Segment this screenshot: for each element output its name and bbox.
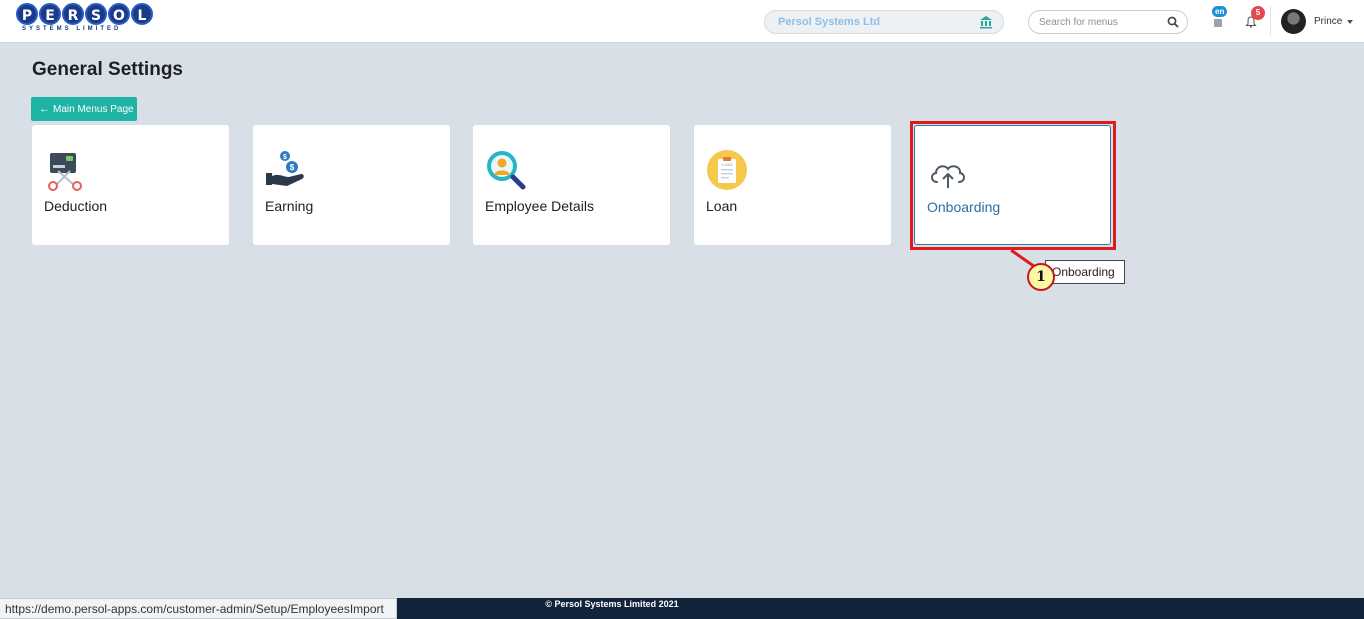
bank-icon xyxy=(980,16,992,29)
organization-name: Persol Systems Ltd xyxy=(778,16,881,28)
persol-logo[interactable]: P E R S O L SYSTEMS LIMITED xyxy=(16,3,158,33)
logo-letter: R xyxy=(62,3,84,25)
card-label: Employee Details xyxy=(485,198,594,214)
card-employee-details[interactable]: Employee Details xyxy=(473,125,670,245)
logo-letter: S xyxy=(85,3,107,25)
avatar xyxy=(1281,9,1306,34)
back-button-label: Main Menus Page xyxy=(53,103,134,115)
loan-icon: LOAN xyxy=(707,150,747,190)
logo-letter: L xyxy=(131,3,153,25)
logo-letter: O xyxy=(108,3,130,25)
header-divider xyxy=(1270,6,1271,36)
search-icon[interactable] xyxy=(1167,16,1179,28)
menu-search xyxy=(1028,10,1188,34)
svg-text:LOAN: LOAN xyxy=(722,162,733,167)
card-deduction[interactable]: Deduction xyxy=(32,125,229,245)
logo-letters: P E R S O L xyxy=(16,3,158,25)
card-earning[interactable]: $ $ Earning xyxy=(253,125,450,245)
caret-down-icon xyxy=(1347,20,1353,24)
page-title: General Settings xyxy=(32,59,183,80)
card-loan[interactable]: LOAN Loan xyxy=(694,125,891,245)
copyright-text: © Persol Systems Limited 2021 xyxy=(545,599,679,609)
earning-icon: $ $ xyxy=(266,151,304,186)
logo-letter: P xyxy=(16,3,38,25)
logo-letter: E xyxy=(39,3,61,25)
card-label: Loan xyxy=(706,198,738,214)
main-menus-page-button[interactable]: ← Main Menus Page xyxy=(31,97,137,121)
notification-count-badge: 5 xyxy=(1251,6,1265,20)
arrow-left-icon: ← xyxy=(39,103,50,115)
user-name: Prince xyxy=(1314,16,1343,27)
tooltip: Onboarding xyxy=(1045,260,1125,284)
deduction-icon xyxy=(48,153,82,191)
language-badge: en xyxy=(1212,6,1228,17)
user-menu[interactable]: Prince xyxy=(1281,9,1356,35)
step-number-badge: 1 xyxy=(1027,263,1055,291)
top-navbar: P E R S O L SYSTEMS LIMITED Persol Syste… xyxy=(0,0,1364,43)
tooltip-text: Onboarding xyxy=(1052,265,1115,279)
svg-text:$: $ xyxy=(290,163,295,172)
step-highlight-box xyxy=(910,121,1116,250)
search-input[interactable] xyxy=(1039,14,1159,30)
notifications[interactable]: 5 xyxy=(1243,6,1265,32)
organization-selector[interactable]: Persol Systems Ltd xyxy=(764,10,1004,34)
card-label: Deduction xyxy=(44,198,108,214)
employee-details-icon xyxy=(487,151,526,190)
logo-subtitle: SYSTEMS LIMITED xyxy=(22,26,122,32)
language-icon xyxy=(1214,19,1222,27)
svg-text:$: $ xyxy=(283,154,287,161)
card-label: Earning xyxy=(265,198,314,214)
language-switcher[interactable]: en xyxy=(1207,6,1229,32)
browser-status-url: https://demo.persol-apps.com/customer-ad… xyxy=(0,598,397,619)
